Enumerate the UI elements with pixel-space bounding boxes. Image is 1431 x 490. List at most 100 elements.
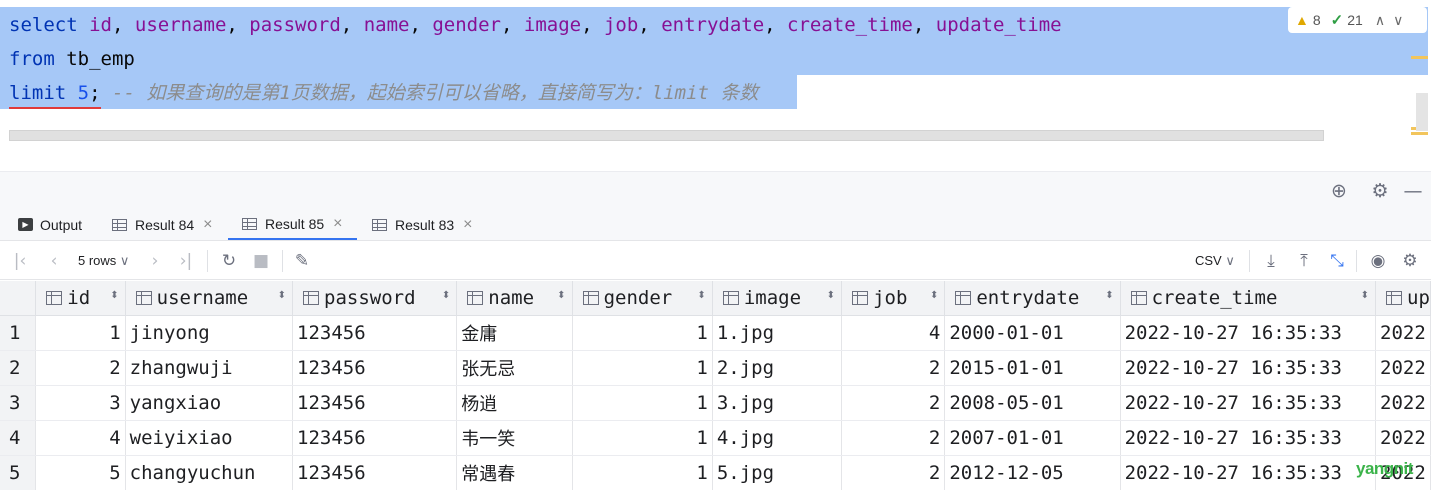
compare-icon[interactable]: ⤡	[1326, 250, 1348, 272]
code-line-2[interactable]: from tb_emp	[9, 47, 135, 71]
corner-cell[interactable]	[0, 281, 37, 316]
cell-update-time[interactable]: 2022	[1375, 420, 1431, 456]
export-format-dropdown[interactable]: CSV ∨	[1195, 253, 1235, 269]
cell-job[interactable]: 2	[841, 420, 946, 456]
tab-result-84[interactable]: Result 84 ×	[112, 209, 213, 240]
cell-id[interactable]: 2	[35, 350, 126, 386]
sort-icon[interactable]: ⬍	[278, 290, 286, 301]
cell-password[interactable]: 123456	[292, 455, 458, 490]
cell-image[interactable]: 2.jpg	[712, 350, 843, 386]
sort-icon[interactable]: ⬍	[697, 290, 705, 301]
cell-entrydate[interactable]: 2007-01-01	[944, 420, 1121, 456]
cell-update-time[interactable]: 2022	[1375, 350, 1431, 386]
cell-password[interactable]: 123456	[292, 420, 458, 456]
inspection-widget[interactable]: ▲ 8 ✓ 21 ∧ ∨	[1288, 7, 1427, 33]
row-number[interactable]: 2	[0, 350, 37, 386]
close-icon[interactable]: ×	[463, 216, 472, 234]
warning-marker[interactable]	[1411, 132, 1428, 135]
cell-entrydate[interactable]: 2015-01-01	[944, 350, 1121, 386]
editor-horizontal-scrollbar[interactable]	[9, 130, 1324, 141]
cell-password[interactable]: 123456	[292, 350, 458, 386]
table-row[interactable]: 1 1 jinyong 123456 金庸 1 1.jpg 4 2000-01-…	[0, 315, 1431, 351]
minimize-icon[interactable]: —	[1402, 180, 1424, 202]
column-header[interactable]: name ⬍	[456, 281, 573, 316]
next-page-icon[interactable]: ›	[145, 250, 165, 272]
cell-update-time[interactable]: 2022	[1375, 385, 1431, 421]
cell-id[interactable]: 3	[35, 385, 126, 421]
cell-username[interactable]: weiyixiao	[125, 420, 294, 456]
gear-icon[interactable]: ⚙	[1369, 180, 1391, 202]
chevron-down-icon[interactable]: ∨	[1393, 12, 1403, 29]
warning-marker[interactable]	[1411, 56, 1428, 59]
sort-icon[interactable]: ⬍	[827, 290, 835, 301]
page-size-dropdown[interactable]: 5 rows ∨	[78, 253, 129, 269]
column-header[interactable]: job ⬍	[841, 281, 946, 316]
cell-name[interactable]: 杨逍	[456, 385, 573, 421]
column-header[interactable]: up	[1375, 281, 1431, 316]
code-line-1[interactable]: select id, username, password, name, gen…	[9, 13, 1062, 37]
table-row[interactable]: 5 5 changyuchun 123456 常遇春 1 5.jpg 2 201…	[0, 455, 1431, 490]
cell-gender[interactable]: 1	[572, 455, 713, 490]
close-icon[interactable]: ×	[203, 216, 212, 234]
cell-create-time[interactable]: 2022-10-27 16:35:33	[1120, 350, 1377, 386]
cell-username[interactable]: jinyong	[125, 315, 294, 351]
tab-result-83[interactable]: Result 83 ×	[372, 209, 473, 240]
cell-name[interactable]: 张无忌	[456, 350, 573, 386]
close-icon[interactable]: ×	[333, 215, 342, 233]
sql-editor[interactable]: select id, username, password, name, gen…	[0, 0, 1431, 143]
column-header[interactable]: create_time ⬍	[1120, 281, 1377, 316]
cell-gender[interactable]: 1	[572, 350, 713, 386]
row-number[interactable]: 1	[0, 315, 37, 351]
sort-icon[interactable]: ⬍	[930, 290, 938, 301]
cell-password[interactable]: 123456	[292, 385, 458, 421]
first-page-icon[interactable]: |‹	[10, 250, 30, 272]
last-page-icon[interactable]: ›|	[176, 250, 196, 272]
cell-job[interactable]: 4	[841, 315, 946, 351]
cell-image[interactable]: 1.jpg	[712, 315, 843, 351]
column-header[interactable]: entrydate ⬍	[944, 281, 1121, 316]
sort-icon[interactable]: ⬍	[110, 290, 118, 301]
cell-update-time[interactable]: 2022	[1375, 315, 1431, 351]
table-row[interactable]: 2 2 zhangwuji 123456 张无忌 1 2.jpg 2 2015-…	[0, 350, 1431, 386]
cell-name[interactable]: 韦一笑	[456, 420, 573, 456]
cell-job[interactable]: 2	[841, 385, 946, 421]
table-row[interactable]: 3 3 yangxiao 123456 杨逍 1 3.jpg 2 2008-05…	[0, 385, 1431, 421]
eye-icon[interactable]: ◉	[1367, 250, 1389, 272]
cell-gender[interactable]: 1	[572, 385, 713, 421]
cell-image[interactable]: 4.jpg	[712, 420, 843, 456]
sort-icon[interactable]: ⬍	[557, 290, 565, 301]
row-number[interactable]: 3	[0, 385, 37, 421]
cell-create-time[interactable]: 2022-10-27 16:35:33	[1120, 315, 1377, 351]
row-number[interactable]: 4	[0, 420, 37, 456]
tab-result-85[interactable]: Result 85 ×	[228, 209, 357, 240]
sort-icon[interactable]: ⬍	[1105, 290, 1113, 301]
refresh-icon[interactable]: ↻	[218, 250, 240, 272]
cell-id[interactable]: 5	[35, 455, 126, 490]
cell-create-time[interactable]: 2022-10-27 16:35:33	[1120, 385, 1377, 421]
cell-name[interactable]: 金庸	[456, 315, 573, 351]
cell-username[interactable]: yangxiao	[125, 385, 294, 421]
chevron-up-icon[interactable]: ∧	[1375, 12, 1385, 29]
result-grid[interactable]: id ⬍ username ⬍ password ⬍ name ⬍ gender ⬍ im…	[0, 281, 1431, 490]
code-line-3[interactable]: limit 5; -- 如果查询的是第1页数据，起始索引可以省略，直接简写为：l…	[9, 81, 758, 105]
cell-entrydate[interactable]: 2008-05-01	[944, 385, 1121, 421]
cell-create-time[interactable]: 2022-10-27 16:35:33	[1120, 420, 1377, 456]
sort-icon[interactable]: ⬍	[1361, 290, 1369, 301]
cell-entrydate[interactable]: 2012-12-05	[944, 455, 1121, 490]
gear-icon[interactable]: ⚙	[1399, 250, 1421, 272]
cell-id[interactable]: 1	[35, 315, 126, 351]
cell-gender[interactable]: 1	[572, 420, 713, 456]
cell-name[interactable]: 常遇春	[456, 455, 573, 490]
row-number[interactable]: 5	[0, 455, 37, 490]
upload-icon[interactable]: ⤒	[1293, 250, 1315, 272]
table-row[interactable]: 4 4 weiyixiao 123456 韦一笑 1 4.jpg 2 2007-…	[0, 420, 1431, 456]
column-header[interactable]: username ⬍	[125, 281, 294, 316]
cell-job[interactable]: 2	[841, 455, 946, 490]
previous-page-icon[interactable]: ‹	[44, 250, 64, 272]
column-header[interactable]: password ⬍	[292, 281, 458, 316]
stop-icon[interactable]: ■	[251, 250, 271, 272]
cell-gender[interactable]: 1	[572, 315, 713, 351]
column-header[interactable]: gender ⬍	[572, 281, 713, 316]
editor-vertical-scrollbar[interactable]	[1416, 93, 1428, 131]
download-icon[interactable]: ⤓	[1260, 250, 1282, 272]
